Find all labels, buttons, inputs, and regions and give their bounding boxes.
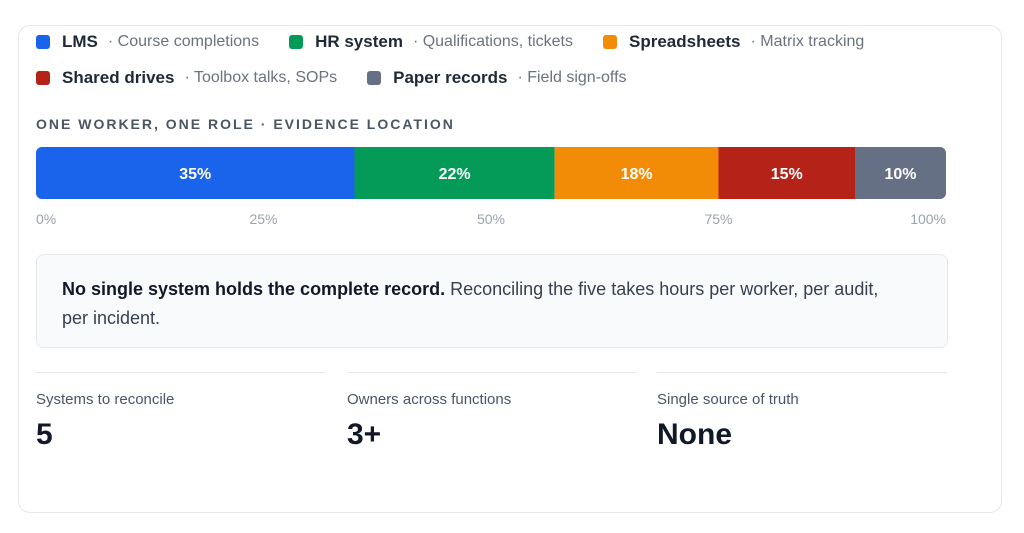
legend-name-spreadsheets: Spreadsheets — [629, 32, 741, 51]
legend-swatch-shared-drives — [36, 71, 50, 85]
legend-swatch-paper-records — [367, 71, 382, 85]
callout-box: No single system holds the complete reco… — [36, 254, 948, 348]
legend-row-2: Shared drives · Toolbox talks, SOPs Pape… — [36, 66, 956, 90]
legend-name-shared-drives: Shared drives — [62, 68, 175, 87]
legend-item-paper-records: Paper records · Field sign-offs — [367, 68, 627, 88]
bar-label-spreadsheets: 18% — [621, 166, 653, 183]
legend-swatch-hr-system — [289, 35, 304, 49]
legend-item-spreadsheets: Spreadsheets · Matrix tracking — [603, 32, 864, 52]
callout-headline: No single system holds the complete reco… — [62, 279, 446, 299]
legend-name-lms: LMS — [62, 32, 98, 51]
bar-label-shared-drives: 15% — [771, 166, 803, 183]
legend-name-paper-records: Paper records — [393, 68, 508, 87]
stat-owners-across-functions: Owners across functions 3+ — [347, 372, 637, 452]
x-tick-label: 100% — [910, 211, 946, 227]
stat-value: 5 — [36, 418, 53, 451]
legend-desc-hr-system: · Qualifications, tickets — [412, 33, 573, 50]
x-axis-ticks: 0% 25% 50% 75% 100% — [36, 211, 946, 231]
stat-systems-to-reconcile: Systems to reconcile 5 — [36, 372, 326, 452]
stat-label: Systems to reconcile — [36, 391, 175, 408]
legend-item-shared-drives: Shared drives · Toolbox talks, SOPs — [36, 68, 337, 88]
legend-desc-paper-records: · Field sign-offs — [517, 69, 627, 86]
x-tick-label: 75% — [704, 211, 733, 227]
legend-item-hr-system: HR system · Qualifications, tickets — [289, 32, 573, 52]
stat-label: Owners across functions — [347, 391, 512, 408]
legend-item-lms: LMS · Course completions — [36, 32, 259, 52]
stat-label: Single source of truth — [657, 391, 799, 408]
bar-label-hr-system: 22% — [439, 166, 471, 183]
legend-desc-spreadsheets: · Matrix tracking — [750, 33, 865, 50]
stacked-bar-chart: 35% 22% 18% 15% 10% — [36, 147, 946, 199]
chart-title: ONE WORKER, ONE ROLE · EVIDENCE LOCATION — [36, 116, 455, 132]
legend-name-hr-system: HR system — [315, 32, 403, 51]
legend-row-1: LMS · Course completions HR system · Qua… — [36, 30, 956, 54]
x-tick-label: 25% — [249, 211, 278, 227]
bar-label-lms: 35% — [179, 166, 211, 183]
legend-swatch-spreadsheets — [603, 35, 617, 49]
legend-desc-shared-drives: · Toolbox talks, SOPs — [184, 69, 338, 86]
x-tick-label: 50% — [476, 211, 506, 227]
bar-label-paper-records: 10% — [884, 166, 916, 183]
legend-desc-lms: · Course completions — [107, 33, 260, 50]
x-tick-label: 0% — [36, 211, 57, 227]
stat-single-source-of-truth: Single source of truth None — [657, 372, 947, 452]
stacked-bar-container: 35% 22% 18% 15% 10% — [36, 147, 946, 199]
stats-row: Systems to reconcile 5 Owners across fun… — [36, 372, 948, 462]
legend: LMS · Course completions HR system · Qua… — [36, 30, 956, 102]
stat-value: 3+ — [347, 418, 382, 451]
stat-value: None — [657, 418, 732, 451]
legend-swatch-lms — [36, 35, 50, 49]
